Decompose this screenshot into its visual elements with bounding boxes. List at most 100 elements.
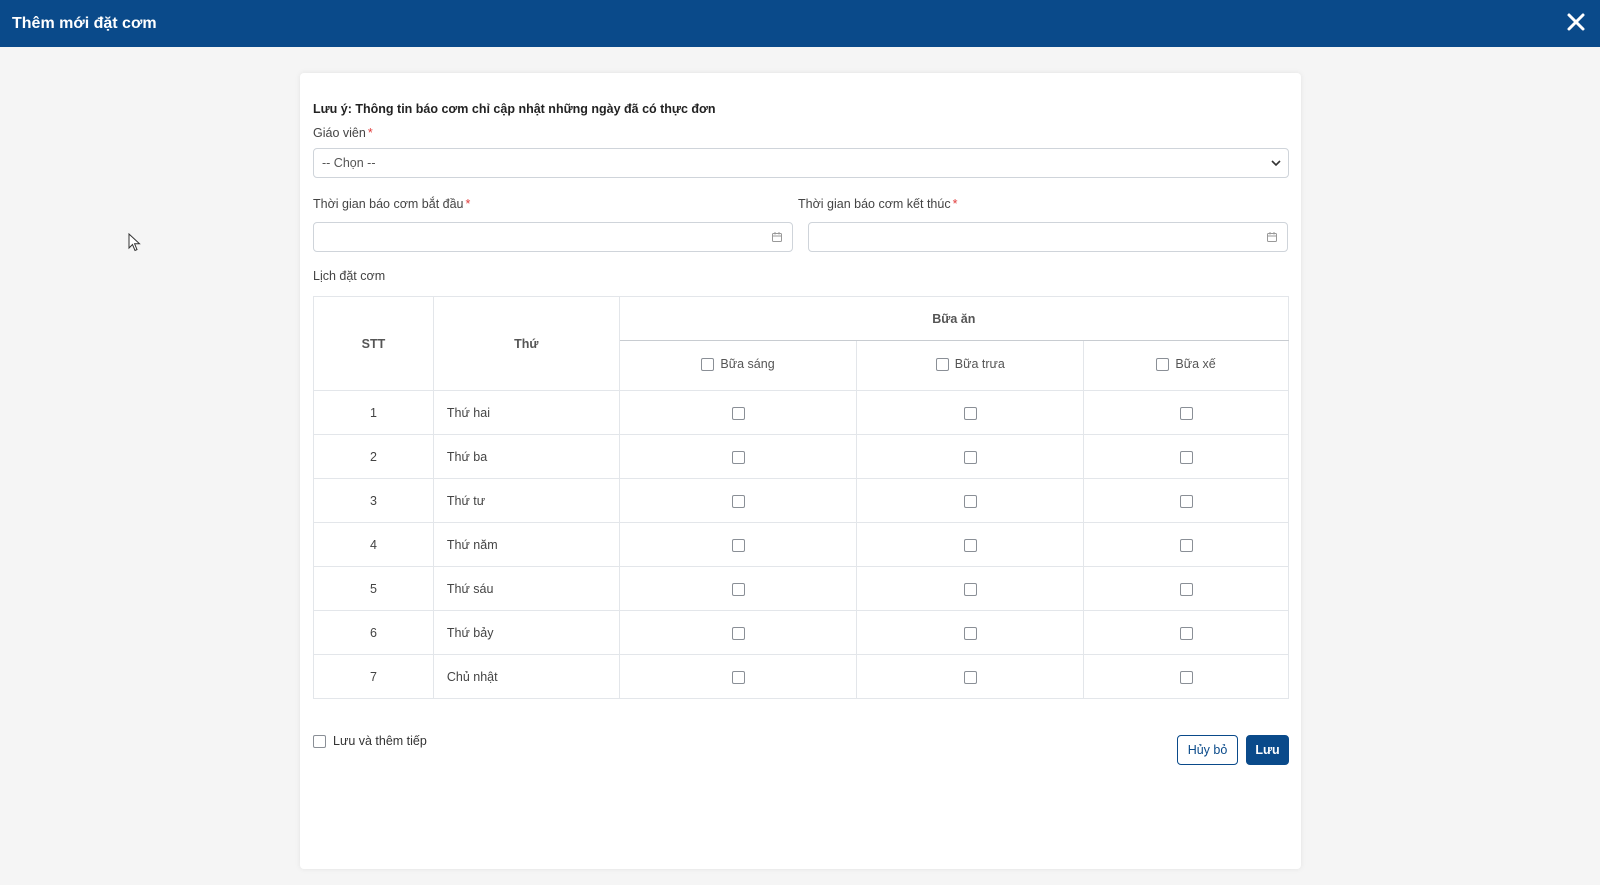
- save-button[interactable]: Lưu: [1246, 735, 1289, 765]
- snack-checkbox[interactable]: [1179, 494, 1193, 508]
- snack-cell: [1083, 478, 1289, 523]
- save-and-continue-option[interactable]: Lưu và thêm tiếp: [313, 734, 427, 748]
- dialog-titlebar: Thêm mới đặt cơm: [0, 0, 1600, 47]
- snack-checkbox[interactable]: [1179, 538, 1193, 552]
- meal-header-breakfast: Bữa sáng: [618, 340, 858, 391]
- checkbox[interactable]: [935, 357, 949, 371]
- mouse-cursor-icon: [128, 233, 141, 252]
- table-row: 2 Thứ ba: [313, 434, 1289, 479]
- form-note: Lưu ý: Thông tin báo cơm chỉ cập nhật nh…: [313, 102, 716, 116]
- meal-header-label: Bữa xế: [1175, 357, 1216, 372]
- select-all-lunch[interactable]: Bữa trưa: [935, 357, 1005, 372]
- lunch-cell: [856, 478, 1085, 523]
- snack-checkbox[interactable]: [1179, 582, 1193, 596]
- lunch-checkbox[interactable]: [963, 538, 977, 552]
- lunch-checkbox[interactable]: [963, 450, 977, 464]
- meal-header-label: Bữa sáng: [720, 357, 775, 372]
- chevron-down-icon: [1271, 160, 1281, 167]
- row-stt: 2: [313, 434, 434, 479]
- select-all-snack[interactable]: Bữa xế: [1156, 357, 1216, 372]
- breakfast-checkbox[interactable]: [731, 494, 745, 508]
- calendar-icon[interactable]: [771, 231, 783, 243]
- meal-header-lunch: Bữa trưa: [856, 340, 1085, 391]
- lunch-checkbox[interactable]: [963, 626, 977, 640]
- row-day: Thứ năm: [432, 522, 620, 567]
- save-and-continue-label: Lưu và thêm tiếp: [333, 734, 427, 748]
- breakfast-checkbox[interactable]: [731, 406, 745, 420]
- snack-checkbox[interactable]: [1179, 670, 1193, 684]
- select-all-breakfast[interactable]: Bữa sáng: [701, 357, 775, 372]
- save-and-continue-checkbox[interactable]: [313, 734, 326, 748]
- breakfast-cell: [618, 434, 858, 479]
- row-day: Thứ sáu: [432, 566, 620, 611]
- lunch-checkbox[interactable]: [963, 582, 977, 596]
- teacher-select-value: -- Chọn --: [322, 156, 376, 170]
- checkbox[interactable]: [701, 357, 715, 371]
- breakfast-cell: [618, 610, 858, 655]
- calendar-icon[interactable]: [1266, 231, 1278, 243]
- snack-checkbox[interactable]: [1179, 450, 1193, 464]
- table-row: 1 Thứ hai: [313, 390, 1289, 435]
- table-row: 3 Thứ tư: [313, 478, 1289, 523]
- breakfast-cell: [618, 478, 858, 523]
- row-stt: 6: [313, 610, 434, 655]
- snack-cell: [1083, 390, 1289, 435]
- row-stt: 1: [313, 390, 434, 435]
- breakfast-cell: [618, 390, 858, 435]
- row-stt: 3: [313, 478, 434, 523]
- row-day: Thứ tư: [432, 478, 620, 523]
- table-row: 4 Thứ năm: [313, 522, 1289, 567]
- lunch-cell: [856, 390, 1085, 435]
- row-day: Thứ bảy: [432, 610, 620, 655]
- table-row: 6 Thứ bảy: [313, 610, 1289, 655]
- snack-checkbox[interactable]: [1179, 626, 1193, 640]
- table-row: 7 Chủ nhật: [313, 654, 1289, 699]
- required-marker: *: [367, 126, 373, 140]
- dialog-title: Thêm mới đặt cơm: [12, 14, 157, 32]
- meal-header-snack: Bữa xế: [1083, 340, 1289, 391]
- snack-cell: [1083, 654, 1289, 699]
- column-header-day: Thứ: [432, 296, 620, 391]
- row-stt: 7: [313, 654, 434, 699]
- end-date-input[interactable]: [808, 222, 1288, 252]
- lunch-cell: [856, 610, 1085, 655]
- lunch-cell: [856, 566, 1085, 611]
- breakfast-checkbox[interactable]: [731, 626, 745, 640]
- breakfast-checkbox[interactable]: [731, 582, 745, 596]
- breakfast-checkbox[interactable]: [731, 538, 745, 552]
- table-row: 5 Thứ sáu: [313, 566, 1289, 611]
- column-header-stt: STT: [313, 296, 434, 391]
- start-date-label-text: Thời gian báo cơm bắt đầu: [313, 197, 464, 211]
- snack-checkbox[interactable]: [1179, 406, 1193, 420]
- end-date-label: Thời gian báo cơm kết thúc *: [798, 197, 957, 211]
- cancel-button[interactable]: Hủy bỏ: [1177, 735, 1238, 765]
- start-date-label: Thời gian báo cơm bắt đầu *: [313, 197, 470, 211]
- row-day: Thứ hai: [432, 390, 620, 435]
- row-stt: 5: [313, 566, 434, 611]
- close-icon[interactable]: [1564, 10, 1588, 34]
- end-date-label-text: Thời gian báo cơm kết thúc: [798, 197, 951, 211]
- form-card: Lưu ý: Thông tin báo cơm chỉ cập nhật nh…: [300, 73, 1301, 869]
- lunch-cell: [856, 522, 1085, 567]
- breakfast-checkbox[interactable]: [731, 670, 745, 684]
- required-marker: *: [465, 197, 471, 211]
- meal-header-label: Bữa trưa: [954, 357, 1005, 372]
- lunch-checkbox[interactable]: [963, 670, 977, 684]
- teacher-select[interactable]: -- Chọn --: [313, 148, 1289, 178]
- breakfast-cell: [618, 654, 858, 699]
- breakfast-checkbox[interactable]: [731, 450, 745, 464]
- snack-cell: [1083, 566, 1289, 611]
- snack-cell: [1083, 522, 1289, 567]
- breakfast-cell: [618, 566, 858, 611]
- required-marker: *: [952, 197, 958, 211]
- teacher-label-text: Giáo viên: [313, 126, 366, 140]
- lunch-checkbox[interactable]: [963, 494, 977, 508]
- row-day: Thứ ba: [432, 434, 620, 479]
- lunch-cell: [856, 654, 1085, 699]
- checkbox[interactable]: [1156, 357, 1170, 371]
- lunch-checkbox[interactable]: [963, 406, 977, 420]
- lunch-cell: [856, 434, 1085, 479]
- start-date-input[interactable]: [313, 222, 793, 252]
- row-day: Chủ nhật: [432, 654, 620, 699]
- snack-cell: [1083, 434, 1289, 479]
